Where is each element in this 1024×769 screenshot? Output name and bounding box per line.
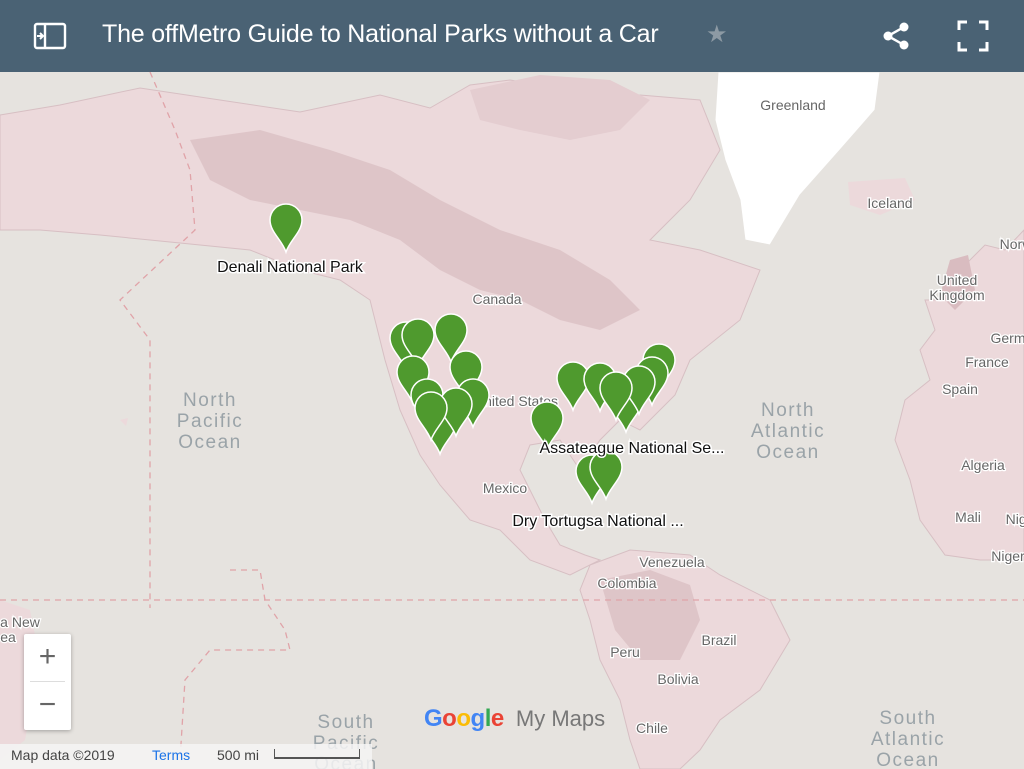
region-label-brazil: Brazil [701,632,736,648]
region-label-venezuela: Venezuela [639,554,705,570]
google-my-maps-logo: Google My Maps [424,705,605,733]
region-label-norway: Norw [1000,236,1024,252]
region-label-france: France [965,354,1009,370]
toggle-sidebar-button[interactable] [32,18,68,54]
ocean-label-sp1: South [317,712,374,733]
map-title: The offMetro Guide to National Parks wit… [102,20,659,48]
ocean-label-na1: North [761,400,815,421]
fullscreen-icon [957,20,989,52]
region-label-greenland: Greenland [760,97,825,113]
fullscreen-button[interactable] [955,18,991,54]
region-label-bolivia: Bolivia [657,671,698,687]
ocean-label-sa3: Ocean [876,750,939,769]
place-label-denali[interactable]: Denali National Park [216,258,366,278]
star-icon[interactable]: ★ [706,20,728,49]
ocean-label-sa2: Atlantic [871,729,945,750]
region-label-colombia: Colombia [597,575,656,591]
place-label-assateague[interactable]: Assateague National Se... [538,439,726,459]
region-label-chile: Chile [636,720,668,736]
share-icon [883,22,909,50]
region-label-spain: Spain [942,381,978,397]
region-label-iceland: Iceland [867,195,912,211]
zoom-control: + − [24,634,71,730]
ocean-label-sa1: South [879,708,936,729]
scale-label: 500 mi [217,747,260,763]
region-label-algeria: Algeria [961,457,1005,473]
sidebar-toggle-icon [33,22,67,50]
region-label-nigeria: Niger [991,548,1024,564]
region-label-canada: Canada [472,291,521,307]
ocean-label-np1: North [183,390,237,411]
region-label-mexico: Mexico [483,480,528,496]
ocean-label-np3: Ocean [178,432,241,453]
zoom-in-button[interactable]: + [24,634,71,681]
share-button[interactable] [878,18,914,54]
region-label-uk1: United [937,272,977,288]
place-label-tortugas[interactable]: Dry Tortugsa National ... [511,512,685,532]
terms-link[interactable]: Terms [152,744,190,767]
map-data-credit: Map data ©2019 [11,747,115,763]
ocean-label-np2: Pacific [177,411,243,432]
region-label-niger: Nige [1006,511,1024,527]
title-bar: The offMetro Guide to National Parks wit… [0,0,1024,72]
region-label-newzealand1: a New [0,614,41,630]
region-label-germany: Germ [991,330,1024,346]
scale-bar [274,749,360,759]
region-label-peru: Peru [610,644,640,660]
region-label-newzealand2: ea [0,629,16,645]
google-wordmark: Google [424,705,504,732]
zoom-out-button[interactable]: − [24,682,71,729]
map-canvas[interactable]: Greenland Iceland Norw UnitedKingdom Germ Fra… [0,0,1024,769]
ocean-label-na2: Atlantic [751,421,825,442]
ocean-label-na3: Ocean [756,442,819,463]
region-label-mali: Mali [955,509,981,525]
my-maps-label: My Maps [515,706,606,731]
region-label-uk2: Kingdom [929,287,984,303]
